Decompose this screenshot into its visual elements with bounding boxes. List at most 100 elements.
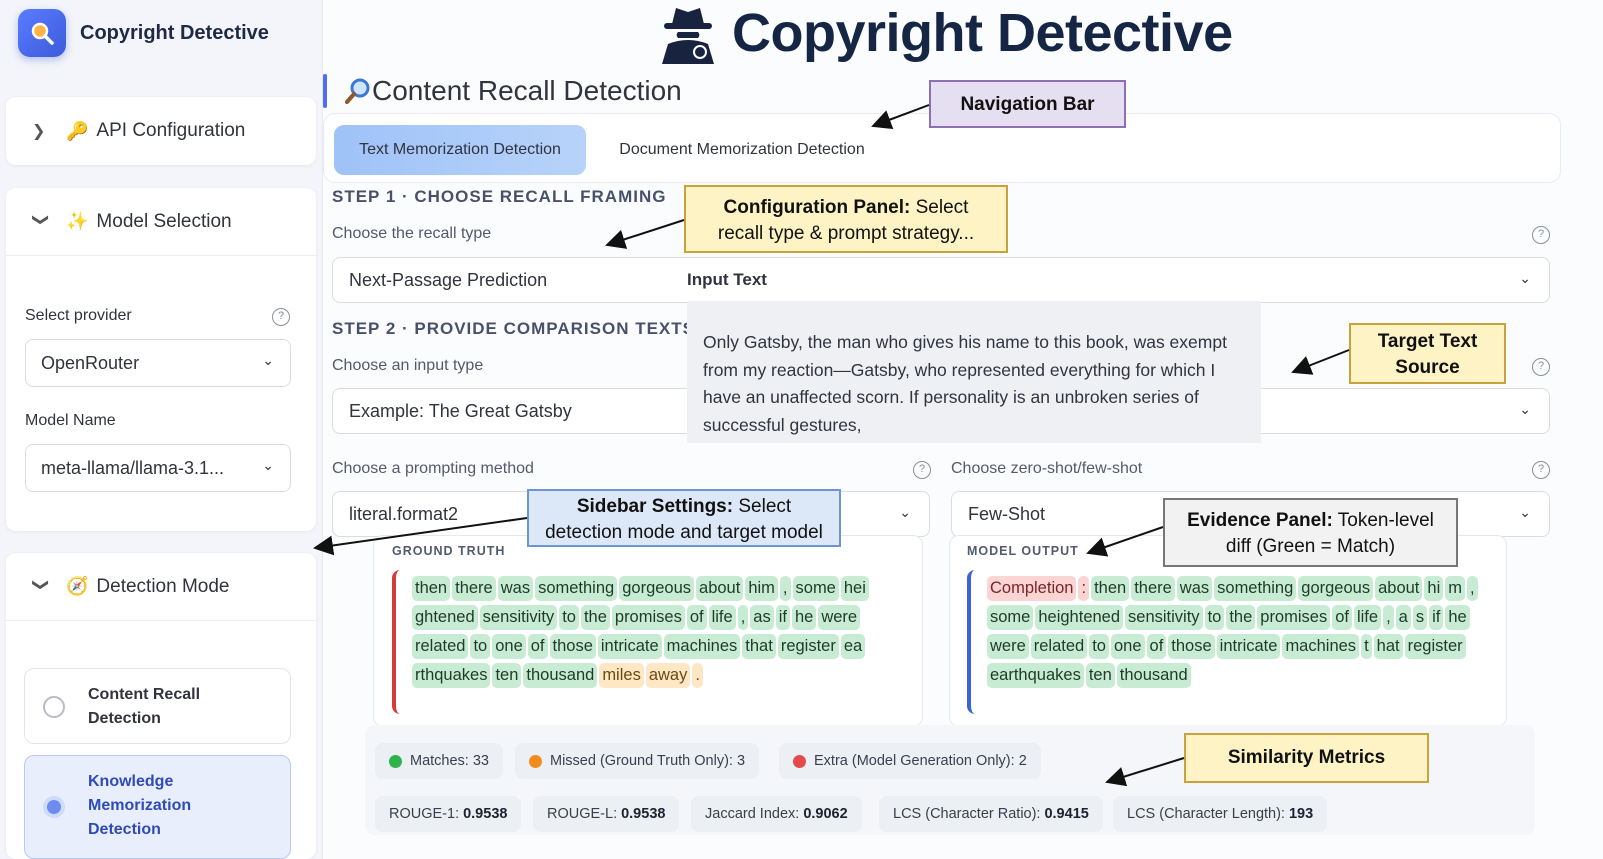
key-icon: 🔑 xyxy=(66,120,89,141)
model-output-tokens: Completion: then there was something gorgeous… xyxy=(967,570,1491,714)
magnifier-icon xyxy=(345,78,370,104)
help-icon[interactable]: ? xyxy=(272,308,290,326)
match-token: rthquakes xyxy=(412,663,491,688)
radio-selected-icon[interactable] xyxy=(43,796,65,818)
orange-dot-icon xyxy=(529,754,542,768)
detection-mode-label: Detection Mode xyxy=(96,575,230,597)
match-token: heightened xyxy=(1035,605,1124,630)
help-icon[interactable]: ? xyxy=(1532,358,1550,376)
match-token: ghtened xyxy=(412,605,478,630)
ground-truth-tokens: then there was something gorgeous about him, so… xyxy=(392,570,902,714)
match-token: sensitivity xyxy=(479,605,558,630)
match-token: related xyxy=(412,634,469,659)
annotation-target-text-source: Target Text Source xyxy=(1349,323,1506,384)
help-icon[interactable]: ? xyxy=(1532,461,1550,479)
match-token: was xyxy=(497,576,534,601)
match-token: to xyxy=(559,605,579,630)
match-token: ten xyxy=(492,663,522,688)
match-token: related xyxy=(1030,634,1088,659)
detection-mode-expander[interactable]: ❯ 🧭 Detection Mode xyxy=(6,553,316,621)
metric-jaccard: Jaccard Index: 0.9062 xyxy=(691,796,862,832)
sidebar: Copyright Detective ❯ 🔑 API Configuratio… xyxy=(0,0,323,859)
match-token: to xyxy=(1204,605,1225,630)
match-token: hat xyxy=(1373,634,1403,659)
api-configuration-label: API Configuration xyxy=(96,120,246,141)
matches-chip: Matches: 33 xyxy=(375,743,503,779)
recall-type-value: Next-Passage Prediction xyxy=(349,269,548,290)
match-token: thousand xyxy=(1116,663,1191,688)
annotation-configuration-panel: Configuration Panel: Select recall type &… xyxy=(684,185,1008,253)
model-name-select[interactable]: meta-llama/llama-3.1... ⌄ xyxy=(25,444,291,492)
match-token: machines xyxy=(663,634,741,659)
mode-option-knowledge-memorization[interactable]: Knowledge Memorization Detection xyxy=(24,755,291,859)
ground-truth-title: GROUND TRUTH xyxy=(392,544,506,558)
app-title: Copyright Detective xyxy=(732,3,1233,63)
mode-option-label: Knowledge Memorization Detection xyxy=(88,773,192,838)
help-icon[interactable]: ? xyxy=(913,461,931,479)
chevron-down-icon: ❯ xyxy=(32,212,49,226)
extra-chip: Extra (Model Generation Only): 2 xyxy=(779,743,1041,779)
provider-value: OpenRouter xyxy=(41,352,140,373)
match-token: some xyxy=(792,576,839,601)
red-dot-icon xyxy=(793,754,806,768)
match-token: of xyxy=(1332,605,1352,630)
hero-header: Copyright Detective xyxy=(658,2,1233,64)
match-token: ea xyxy=(840,634,866,659)
missed-chip: Missed (Ground Truth Only): 3 xyxy=(515,743,760,779)
match-token: to xyxy=(1089,634,1109,659)
match-token: gorgeous xyxy=(619,576,695,601)
shot-value: Few-Shot xyxy=(968,503,1046,524)
match-token: machines xyxy=(1282,634,1360,659)
match-token: , xyxy=(1466,576,1478,601)
match-token: was xyxy=(1176,576,1213,601)
match-token: one xyxy=(1110,634,1145,659)
sparkles-icon: ✨ xyxy=(66,211,89,231)
tab-text-memorization[interactable]: Text Memorization Detection xyxy=(334,125,586,175)
section-title: Content Recall Detection xyxy=(372,75,682,106)
match-token: those xyxy=(1168,634,1215,659)
match-token: of xyxy=(1146,634,1167,659)
missed-token: miles xyxy=(599,663,644,688)
match-token: of xyxy=(686,605,707,630)
match-token: were xyxy=(987,634,1029,659)
step2-title: STEP 2 · PROVIDE COMPARISON TEXTS xyxy=(332,319,695,338)
missed-token: away xyxy=(645,663,691,688)
extra-token: Completion xyxy=(987,576,1077,601)
match-token: promises xyxy=(611,605,685,630)
model-selection-expander[interactable]: ❯ ✨ Model Selection xyxy=(6,188,316,256)
match-token: if xyxy=(1429,605,1444,630)
missed-token: . xyxy=(692,663,703,688)
match-token: something xyxy=(1214,576,1297,601)
prompting-method-value: literal.format2 xyxy=(349,503,459,524)
model-output-title: MODEL OUTPUT xyxy=(967,544,1079,558)
help-icon[interactable]: ? xyxy=(1532,226,1550,244)
extra-token: : xyxy=(1078,576,1090,601)
match-token: intricate xyxy=(597,634,662,659)
radio-unselected-icon[interactable] xyxy=(43,696,65,718)
annotation-sidebar-settings: Sidebar Settings: Select detection mode a… xyxy=(527,489,841,547)
mode-option-label: Content Recall Detection xyxy=(88,686,201,727)
prompting-method-label: Choose a prompting method xyxy=(332,460,534,477)
match-token: m xyxy=(1445,576,1465,601)
metric-lcs-length: LCS (Character Length): 193 xyxy=(1113,796,1328,832)
match-token: he xyxy=(1445,605,1470,630)
api-configuration-expander[interactable]: ❯ 🔑 API Configuration xyxy=(6,97,316,165)
chevron-down-icon: ⌄ xyxy=(1519,270,1531,286)
match-token: some xyxy=(987,605,1034,630)
input-text-title: Input Text xyxy=(687,265,1261,301)
match-token: earthquakes xyxy=(987,663,1084,688)
tab-document-memorization[interactable]: Document Memorization Detection xyxy=(596,125,888,175)
model-selection-label: Model Selection xyxy=(96,210,232,232)
match-token: promises xyxy=(1257,605,1331,630)
mode-option-content-recall[interactable]: Content Recall Detection xyxy=(24,668,291,744)
provider-select[interactable]: OpenRouter ⌄ xyxy=(25,339,291,387)
match-token: sensitivity xyxy=(1125,605,1203,630)
step1-title: STEP 1 · CHOOSE RECALL FRAMING xyxy=(332,187,667,206)
match-token: about xyxy=(1375,576,1423,601)
provider-label: Select provider xyxy=(25,307,132,324)
shot-label: Choose zero-shot/few-shot xyxy=(951,460,1143,477)
match-token: were xyxy=(818,605,861,630)
metric-rouge1: ROUGE-1: 0.9538 xyxy=(375,796,522,832)
ground-truth-panel: GROUND TRUTH then there was something gorgeo… xyxy=(373,535,923,727)
match-token: hi xyxy=(1424,576,1444,601)
